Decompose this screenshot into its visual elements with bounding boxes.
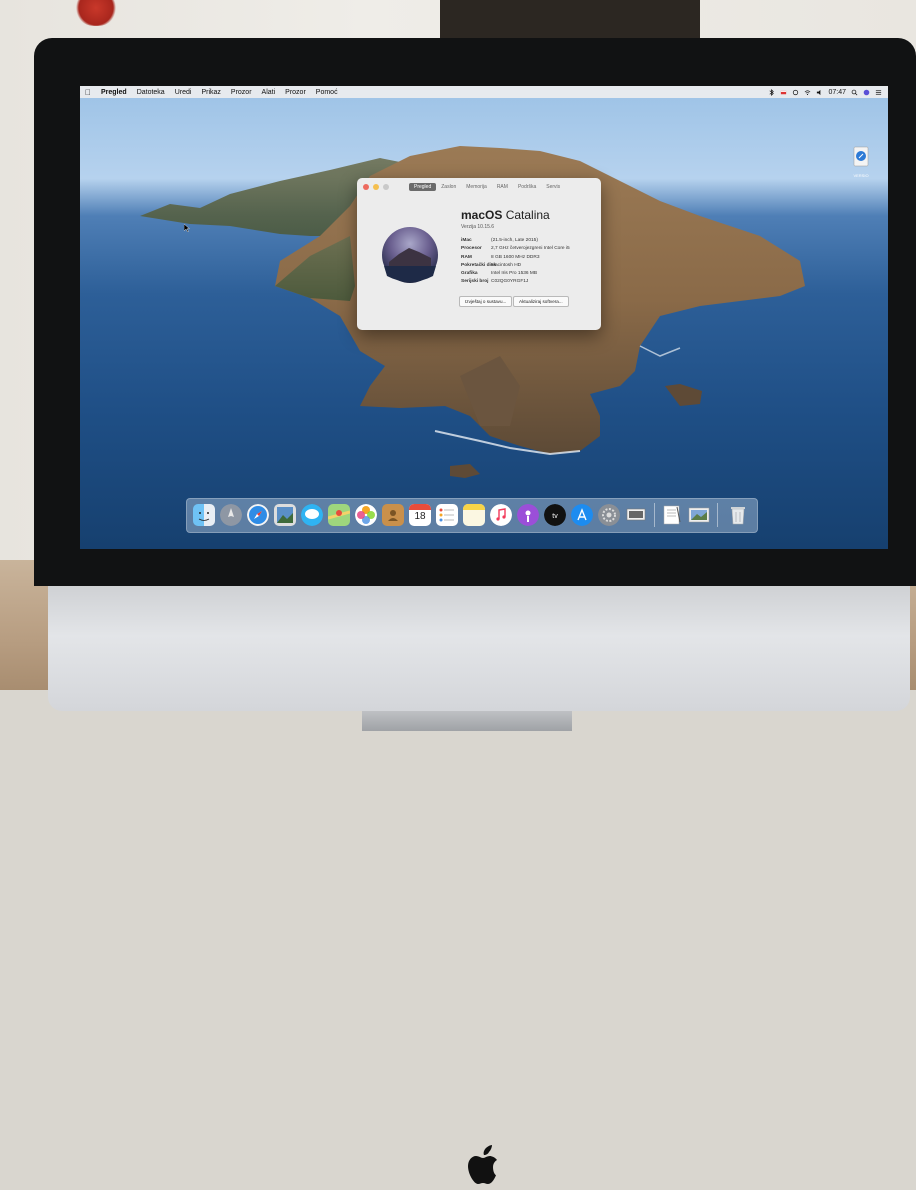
close-button[interactable]	[363, 184, 369, 190]
menu-item-prozor-2[interactable]: Prozor	[280, 89, 311, 96]
menu-item-prozor[interactable]: Prozor	[226, 89, 257, 96]
image-viewer-icon[interactable]	[688, 504, 710, 526]
spec-value: Macintosh HD	[491, 262, 522, 268]
app-store-icon[interactable]	[571, 504, 593, 526]
menu-clock[interactable]: 07:47	[828, 89, 846, 96]
notes-icon[interactable]	[463, 504, 485, 526]
calendar-day: 18	[414, 511, 426, 522]
about-this-mac-window[interactable]: Pregled Zaslon Memorija RAM Podrška Serv…	[357, 178, 601, 330]
tab-memorija[interactable]: Memorija	[461, 183, 492, 191]
os-version: Verzija 10.15.6	[461, 224, 495, 230]
tab-ram[interactable]: RAM	[492, 183, 513, 191]
contacts-icon[interactable]	[382, 504, 404, 526]
messages-icon[interactable]	[301, 504, 323, 526]
podcasts-icon[interactable]	[517, 504, 539, 526]
tab-podrska[interactable]: Podrška	[513, 183, 541, 191]
flag-icon[interactable]	[780, 89, 787, 96]
spec-row: Grafika Intel Iris Pro 1536 MB	[461, 270, 570, 278]
volume-icon[interactable]	[816, 89, 823, 96]
menu-item-pregled[interactable]: Pregled	[96, 89, 132, 96]
menu-item-pomoc[interactable]: Pomoć	[311, 89, 343, 96]
maps-icon[interactable]	[328, 504, 350, 526]
spec-label: RAM	[461, 254, 472, 260]
dock-separator	[654, 503, 655, 527]
spec-label: Serijski broj	[461, 279, 489, 285]
svg-text:tv: tv	[552, 513, 558, 520]
menu-item-prikaz[interactable]: Prikaz	[196, 89, 225, 96]
sync-icon[interactable]	[792, 89, 799, 96]
macos-catalina-logo-icon	[382, 227, 438, 283]
spotlight-search-icon[interactable]	[851, 89, 858, 96]
safari-icon[interactable]	[247, 504, 269, 526]
os-release: Catalina	[505, 208, 550, 222]
tab-pregled[interactable]: Pregled	[409, 183, 437, 191]
bluetooth-icon[interactable]	[768, 88, 775, 96]
menu-item-uredi[interactable]: Uredi	[170, 89, 197, 96]
imac-chin	[48, 586, 910, 1184]
spec-list: iMac (21.5-inch, Late 2015) Procesor 2,7 G…	[461, 237, 570, 287]
launchpad-icon[interactable]	[220, 504, 242, 526]
software-update-button[interactable]: Aktualiziraj softvera...	[513, 296, 569, 307]
os-name: macOS	[461, 208, 503, 222]
finder-icon[interactable]	[193, 504, 215, 526]
menu-bar:  Pregled Datoteka Uredi Prikaz Prozor A…	[80, 86, 888, 98]
music-icon[interactable]	[490, 504, 512, 526]
desktop-screen[interactable]:  Pregled Datoteka Uredi Prikaz Prozor A…	[80, 86, 888, 549]
menu-item-alati[interactable]: Alati	[257, 89, 281, 96]
keynote-icon[interactable]	[625, 504, 647, 526]
system-report-button[interactable]: Izvještaj o sustavu...	[459, 296, 513, 307]
dock: 18 tv	[186, 498, 758, 533]
spec-value: 2,7 GHz četverojezgreni Intel Core i5	[491, 246, 570, 252]
desktop-file-label: VERSIO	[853, 173, 869, 178]
photo-preview-icon[interactable]	[274, 504, 296, 526]
document-icon	[853, 146, 869, 167]
dock-separator	[717, 503, 718, 527]
apple-logo-icon	[468, 1145, 497, 1184]
spec-row: iMac (21.5-inch, Late 2015)	[461, 237, 570, 245]
os-title: macOS Catalina	[461, 208, 550, 222]
spec-label: Procesor	[461, 246, 482, 252]
textedit-icon[interactable]	[661, 504, 683, 526]
spec-label: iMac	[461, 238, 472, 243]
spec-label: Grafika	[461, 271, 478, 277]
spec-value: 8 GB 1600 MHz DDR3	[491, 254, 540, 260]
trash-icon[interactable]	[727, 504, 749, 526]
siri-icon[interactable]	[863, 89, 870, 96]
spec-row: Serijski broj C02QG0YRGF1J	[461, 278, 570, 286]
photos-icon[interactable]	[355, 504, 377, 526]
tab-zaslon[interactable]: Zaslon	[436, 183, 461, 191]
maximize-button[interactable]	[383, 184, 389, 190]
wifi-icon[interactable]	[804, 89, 811, 96]
calendar-icon[interactable]: 18	[409, 504, 431, 526]
minimize-button[interactable]	[373, 184, 379, 190]
spec-row: RAM 8 GB 1600 MHz DDR3	[461, 254, 570, 262]
window-titlebar[interactable]: Pregled Zaslon Memorija RAM Podrška Serv…	[357, 178, 601, 196]
system-preferences-icon[interactable]	[598, 504, 620, 526]
tab-servis[interactable]: Servis	[541, 183, 565, 191]
spec-value: C02QG0YRGF1J	[491, 279, 529, 285]
spec-value: Intel Iris Pro 1536 MB	[491, 271, 538, 277]
notification-center-icon[interactable]	[875, 89, 882, 96]
imac-stand	[362, 711, 572, 731]
desktop-file-icon[interactable]: VERSIO	[850, 146, 872, 178]
apple-tv-icon[interactable]: tv	[544, 504, 566, 526]
imac:  Pregled Datoteka Uredi Prikaz Prozor A…	[34, 38, 916, 1184]
spec-value: (21.5-inch, Late 2015)	[491, 238, 538, 243]
menu-item-datoteka[interactable]: Datoteka	[132, 89, 170, 96]
reminders-icon[interactable]	[436, 504, 458, 526]
spec-row: Pokretački diskMacintosh HD	[461, 262, 570, 270]
spec-row: Procesor 2,7 GHz četverojezgreni Intel Co…	[461, 245, 570, 253]
mouse-cursor-icon	[184, 224, 190, 232]
apple-menu-icon[interactable]: 	[80, 88, 96, 97]
spec-label: Pokretački disk	[461, 262, 497, 268]
